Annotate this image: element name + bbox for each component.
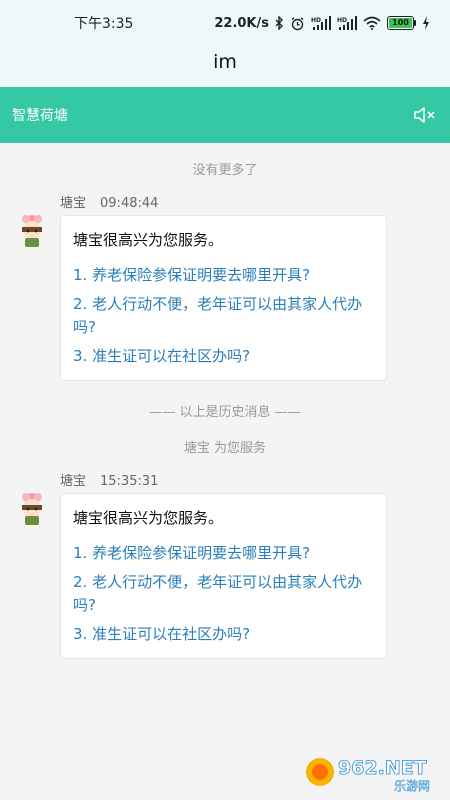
message-time: 09:48:44 xyxy=(100,196,159,211)
greeting-text: 塘宝很高兴为您服务。 xyxy=(73,509,224,527)
avatar[interactable] xyxy=(16,214,48,248)
greeting-text: 塘宝很高兴为您服务。 xyxy=(73,231,224,249)
net-speed: 22.0K/s xyxy=(214,15,269,31)
alarm-icon xyxy=(290,16,305,31)
question-link-3[interactable]: 3. 准生证可以在社区办吗? xyxy=(73,345,374,368)
mute-icon[interactable] xyxy=(412,102,438,128)
message-header: 塘宝 15:35:31 xyxy=(60,470,158,489)
history-divider: —— 以上是历史消息 —— xyxy=(149,405,301,420)
battery-level: 100 xyxy=(389,18,412,28)
question-link-2[interactable]: 2. 老人行动不便，老年证可以由其家人代办吗? xyxy=(73,571,374,617)
top-area: 下午3:35 22.0K/s HD HD 100 im xyxy=(0,0,450,87)
header-title: 智慧荷塘 xyxy=(12,108,68,124)
question-link-1[interactable]: 1. 养老保险参保证明要去哪里开具? xyxy=(73,264,374,287)
signal-hd-icon-2: HD xyxy=(337,15,357,31)
svg-text:HD: HD xyxy=(337,17,347,24)
service-note: 塘宝 为您服务 xyxy=(183,441,267,456)
avatar[interactable] xyxy=(16,492,48,526)
message-time: 15:35:31 xyxy=(100,474,159,489)
svg-text:HD: HD xyxy=(311,17,321,24)
question-link-1[interactable]: 1. 养老保险参保证明要去哪里开具? xyxy=(73,542,374,565)
chat-header: 智慧荷塘 xyxy=(0,87,450,143)
watermark-brand: 962.NET xyxy=(338,757,427,779)
app-title: im xyxy=(213,51,237,73)
status-bar: 下午3:35 22.0K/s HD HD 100 xyxy=(0,0,450,46)
battery-icon: 100 xyxy=(387,16,416,30)
message-bubble: 塘宝很高兴为您服务。 1. 养老保险参保证明要去哪里开具? 2. 老人行动不便，… xyxy=(60,493,387,659)
status-time: 下午3:35 xyxy=(74,16,134,32)
question-link-2[interactable]: 2. 老人行动不便，老年证可以由其家人代办吗? xyxy=(73,293,374,339)
status-icons: 22.0K/s HD HD 100 xyxy=(214,15,430,31)
signal-hd-icon-1: HD xyxy=(311,15,331,31)
no-more-note: 没有更多了 xyxy=(192,163,258,178)
watermark-site: 乐游网 xyxy=(394,779,430,793)
bluetooth-icon xyxy=(275,16,284,30)
sender-name: 塘宝 xyxy=(60,196,87,211)
charging-icon xyxy=(422,16,430,30)
message-header: 塘宝 09:48:44 xyxy=(60,192,158,211)
question-link-3[interactable]: 3. 准生证可以在社区办吗? xyxy=(73,623,374,646)
sender-name: 塘宝 xyxy=(60,474,87,489)
wifi-icon xyxy=(363,16,381,30)
watermark-logo: 962.NET 乐游网 xyxy=(306,757,430,793)
message-bubble: 塘宝很高兴为您服务。 1. 养老保险参保证明要去哪里开具? 2. 老人行动不便，… xyxy=(60,215,387,381)
